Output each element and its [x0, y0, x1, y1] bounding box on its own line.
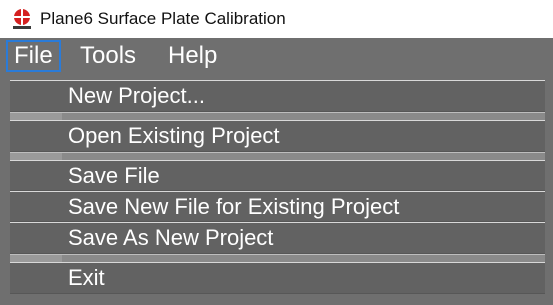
menu-item-label: Save New File for Existing Project [68, 194, 400, 219]
menu-item-label: Exit [68, 265, 105, 290]
menu-separator [10, 112, 545, 120]
menu-item-label: New Project... [68, 83, 205, 108]
separator-nub [10, 153, 62, 160]
menu-item-exit[interactable]: Exit [10, 262, 545, 294]
separator-nub [10, 255, 62, 262]
file-dropdown-menu: New Project... Open Existing Project Sav… [10, 80, 545, 305]
menu-item-label: Save File [68, 163, 160, 188]
menu-bar: File Tools Help New Project... Open Exis… [0, 38, 553, 305]
menu-item-save-file[interactable]: Save File [10, 160, 545, 191]
menu-help[interactable]: Help [162, 40, 223, 72]
separator-nub [10, 113, 62, 120]
menu-item-save-as-new-project[interactable]: Save As New Project [10, 222, 545, 254]
menu-bar-row: File Tools Help [0, 38, 553, 76]
menu-file[interactable]: File [6, 40, 61, 72]
window-title: Plane6 Surface Plate Calibration [40, 9, 286, 28]
menu-separator [10, 254, 545, 262]
menu-tools[interactable]: Tools [74, 40, 142, 72]
app-logo-icon [13, 9, 31, 29]
title-bar: Plane6 Surface Plate Calibration [0, 0, 553, 38]
menu-item-label: Save As New Project [68, 225, 274, 250]
menu-item-new-project[interactable]: New Project... [10, 80, 545, 112]
menu-item-save-new-file-existing-project[interactable]: Save New File for Existing Project [10, 191, 545, 222]
menu-item-open-existing-project[interactable]: Open Existing Project [10, 120, 545, 152]
menu-item-label: Open Existing Project [68, 123, 280, 148]
menu-separator [10, 152, 545, 160]
